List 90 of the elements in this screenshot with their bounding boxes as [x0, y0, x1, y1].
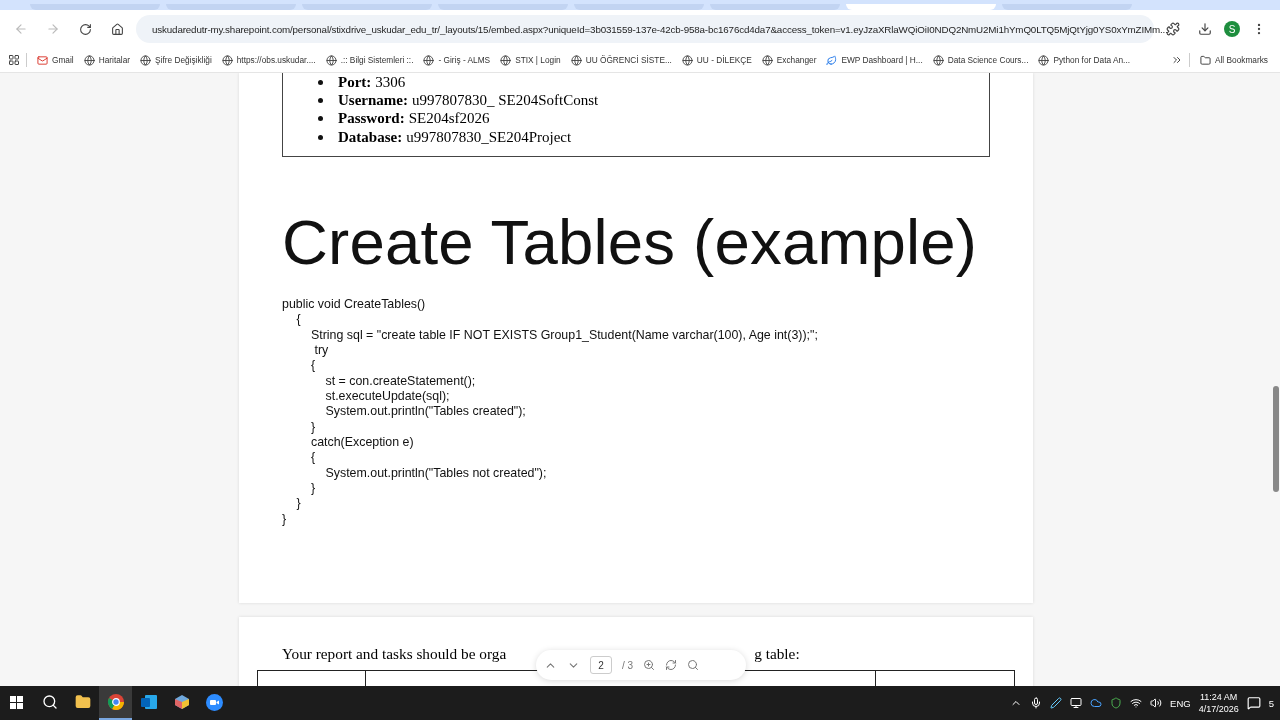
globe-icon [140, 54, 152, 66]
language-indicator[interactable]: ENG [1170, 697, 1191, 709]
bookmark[interactable]: .:: Bilgi Sistemleri ::. [321, 54, 418, 66]
mail-app-icon[interactable] [140, 695, 157, 709]
bullet-icon [318, 116, 323, 122]
mail-icon [37, 54, 48, 66]
globe-icon [681, 54, 693, 66]
display-icon[interactable] [1070, 697, 1083, 709]
bookmark[interactable]: Haritalar [79, 54, 135, 66]
code-line: { [310, 358, 317, 374]
bookmark[interactable]: Python for Data An... [1034, 54, 1134, 66]
globe-icon [932, 54, 944, 66]
credential-value: SE204sf2026 [408, 110, 490, 128]
credential-label: Password: [338, 110, 405, 128]
cloud-icon[interactable] [1090, 697, 1103, 709]
globe-icon [500, 54, 512, 66]
page-heading: Create Tables (example) [282, 206, 979, 279]
home-icon[interactable] [110, 22, 124, 36]
globe-icon [1038, 54, 1050, 66]
code-line: st = con.createStatement(); [324, 373, 477, 390]
apps-icon[interactable] [8, 54, 20, 66]
code-line: public void CreateTables() [282, 297, 427, 313]
code-line: System.out.println("Tables not created"); [324, 465, 548, 482]
bookmark[interactable]: UU ÖĞRENCİ SİSTE... [566, 54, 676, 66]
browser-icon[interactable] [107, 694, 124, 710]
extensions-icon[interactable] [1166, 22, 1180, 36]
code-line: String sql = "create table IF NOT EXISTS Group1_Student(Name varchar(100), Age int(3));"; [310, 327, 819, 344]
volume-icon[interactable] [1150, 697, 1163, 709]
bookmark[interactable]: EWP Dashboard | H... [822, 54, 927, 66]
code-line: System.out.println("Tables created"); [324, 404, 527, 420]
code-line: try [313, 343, 330, 359]
bullet-icon [318, 97, 323, 103]
bookmark[interactable]: Gmail [33, 54, 78, 66]
shield-icon[interactable] [1110, 697, 1123, 709]
bookmark[interactable]: https://obs.uskudar.... [217, 54, 320, 66]
pen-icon[interactable] [1050, 697, 1063, 709]
globe-icon [325, 54, 337, 66]
paragraph-text: g table: [754, 645, 800, 664]
folder-icon [1199, 54, 1211, 66]
globe-icon [423, 54, 435, 66]
bookmark[interactable]: Şifre Değişikliği [136, 54, 216, 66]
zoom-in-icon[interactable] [643, 659, 656, 671]
bookmark[interactable]: Exchanger [757, 54, 821, 66]
url-text: uskudaredutr-my.sharepoint.com/personal/stixdrive_uskudar_edu_tr/_layouts/15/embed.aspx?uniqueId=3b031559-137e-42cb-958a-bc1676cd4da7&access_token=v1.eyJzaXRlaWQiOiI0NDQ2NmU2Mi1hYmQ0LTQ5MjQtYjg0YS0xYmZIMm... [152, 23, 1168, 35]
leaf-icon [826, 54, 838, 66]
globe-icon [761, 54, 773, 66]
code-line: } [295, 496, 302, 512]
code-line: { [310, 450, 317, 466]
more-bookmarks-icon[interactable] [1170, 54, 1183, 66]
bookmark[interactable]: STIX | Login [496, 54, 565, 66]
credential-value: u997807830_ SE204SoftConst [412, 91, 599, 109]
credential-label: Username: [338, 91, 408, 109]
notifications-icon[interactable] [1246, 696, 1261, 710]
network-icon[interactable] [1130, 697, 1143, 709]
scrollbar-thumb[interactable] [1273, 386, 1279, 492]
search-icon[interactable] [41, 694, 58, 710]
code-line: { [295, 312, 302, 328]
bullet-icon [318, 134, 323, 140]
rotate-icon[interactable] [665, 659, 678, 671]
code-line: st.executeUpdate(sql); [324, 389, 451, 405]
credential-label: Port: [338, 73, 372, 91]
reload-icon[interactable] [78, 22, 92, 36]
code-line: } [282, 511, 288, 528]
code-line: catch(Exception e) [310, 435, 415, 451]
globe-icon [83, 54, 95, 66]
profile-avatar[interactable]: S [1224, 21, 1240, 37]
all-bookmarks[interactable]: All Bookmarks [1195, 54, 1272, 66]
credential-label: Database: [338, 128, 403, 146]
page-number-field[interactable]: 2 [590, 656, 612, 674]
bookmark[interactable]: - Giriş - ALMS [419, 54, 495, 66]
video-app-icon[interactable] [206, 693, 223, 711]
clock-date: 4/17/2026 [1198, 703, 1239, 715]
microphone-icon[interactable] [1030, 697, 1043, 709]
page-count: / 3 [622, 659, 634, 671]
globe-icon [221, 54, 233, 66]
cube-app-icon[interactable] [173, 694, 190, 710]
windows-start-icon[interactable] [10, 695, 23, 709]
globe-icon [570, 54, 582, 66]
bookmark[interactable]: UU - DİLEKÇE [677, 54, 756, 66]
paragraph-text: Your report and tasks should be orga [282, 645, 507, 664]
code-line: } [310, 481, 317, 497]
credential-value: 3306 [375, 73, 406, 91]
bullet-icon [318, 79, 323, 85]
download-icon[interactable] [1198, 22, 1212, 36]
clock-time: 11:24 AM [1200, 691, 1238, 703]
notification-count: 5 [1268, 697, 1274, 709]
file-explorer-icon[interactable] [74, 694, 91, 710]
code-line: } [310, 419, 317, 436]
bookmark[interactable]: Data Science Cours... [928, 54, 1033, 66]
credential-value: u997807830_SE204Project [406, 128, 572, 146]
